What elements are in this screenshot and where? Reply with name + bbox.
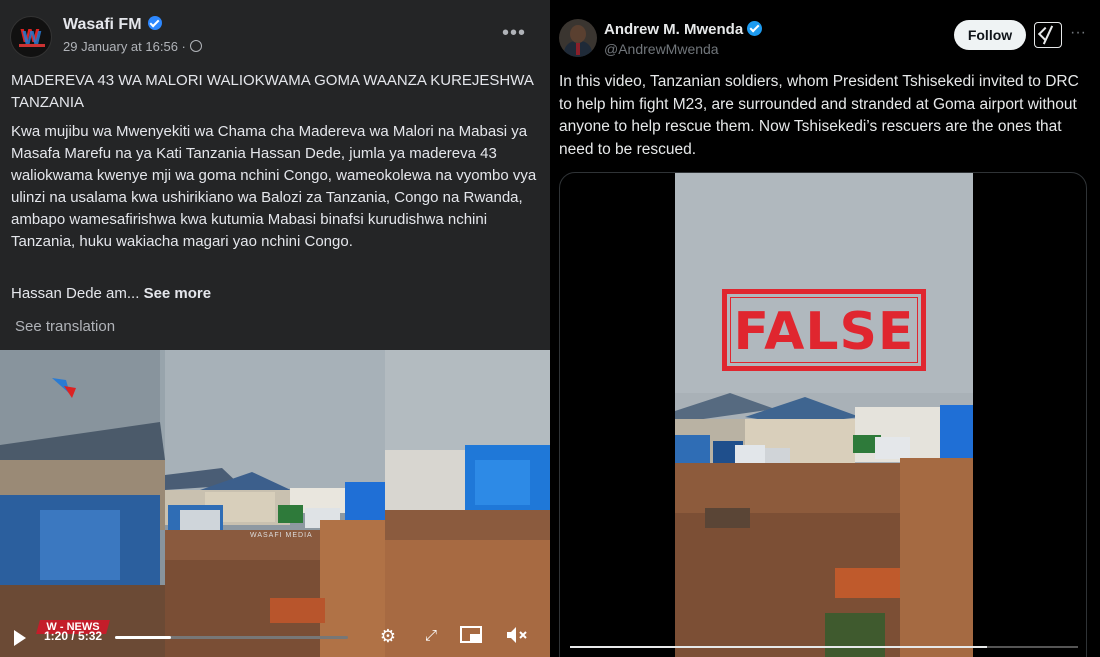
video-progress-bar[interactable]	[570, 646, 1078, 648]
logo-bar	[19, 44, 45, 47]
truncated-text: Hassan Dede am...	[11, 285, 140, 302]
page-avatar[interactable]: W W	[10, 16, 52, 58]
video-controls: W - NEWS 1:20 / 5:32 ⚙ ⤢	[0, 610, 550, 657]
video-media[interactable]: FALSE	[559, 172, 1087, 657]
post-truncated: Hassan Dede am... See more	[11, 283, 211, 305]
post-text: In this video, Tanzanian soldiers, whom …	[559, 73, 1079, 158]
play-icon[interactable]	[14, 630, 26, 646]
x-post: Andrew M. Mwenda @AndrewMwenda Follow ··…	[550, 0, 1100, 657]
follow-button[interactable]: Follow	[954, 20, 1026, 50]
video-progress-bar[interactable]	[115, 636, 348, 639]
avatar-tie	[576, 43, 580, 55]
video-watermark: WASAFI MEDIA	[250, 532, 313, 539]
globe-icon	[189, 40, 202, 52]
more-options-button[interactable]: ···	[1070, 24, 1086, 42]
fullscreen-icon[interactable]: ⤢	[420, 625, 442, 647]
user-handle[interactable]: @AndrewMwenda	[604, 41, 719, 57]
pip-icon[interactable]	[460, 625, 482, 647]
video-progress-fill	[115, 636, 172, 639]
false-stamp-text: FALSE	[733, 302, 915, 362]
video-frame: FALSE	[675, 173, 973, 657]
false-stamp: FALSE	[722, 289, 926, 371]
video-progress-fill	[570, 646, 987, 648]
verified-badge-icon	[147, 16, 162, 30]
facebook-post: W W Wasafi FM 29 January at 16:56 · ••• …	[0, 0, 550, 657]
post-title: MADEREVA 43 WA MALORI WALIOKWAMA GOMA WA…	[11, 72, 534, 111]
video-scene	[675, 173, 973, 657]
post-body: Kwa mujibu wa Mwenyekiti wa Chama cha Ma…	[11, 123, 537, 250]
post-date[interactable]: 29 January at 16:56 ·	[63, 39, 186, 54]
post-meta: 29 January at 16:56 ·	[63, 39, 202, 54]
settings-icon[interactable]: ⚙	[377, 625, 399, 647]
page-name-text[interactable]: Wasafi FM	[63, 16, 142, 33]
screenshot-composite: W W Wasafi FM 29 January at 16:56 · ••• …	[0, 0, 1100, 657]
display-name-text[interactable]: Andrew M. Mwenda	[604, 21, 743, 38]
video-time: 1:20 / 5:32	[44, 629, 103, 643]
display-name[interactable]: Andrew M. Mwenda	[604, 21, 763, 38]
avatar-face	[570, 25, 586, 43]
see-translation-link[interactable]: See translation	[15, 318, 115, 335]
post-header: W W Wasafi FM 29 January at 16:56 · •••	[10, 14, 536, 60]
verified-badge-icon	[747, 21, 763, 36]
mute-icon[interactable]	[505, 625, 527, 647]
see-more-link[interactable]: See more	[144, 285, 212, 302]
grok-icon[interactable]	[1034, 22, 1062, 48]
more-options-button[interactable]: •••	[502, 22, 526, 45]
page-name[interactable]: Wasafi FM	[63, 16, 162, 34]
user-avatar[interactable]	[559, 19, 597, 57]
